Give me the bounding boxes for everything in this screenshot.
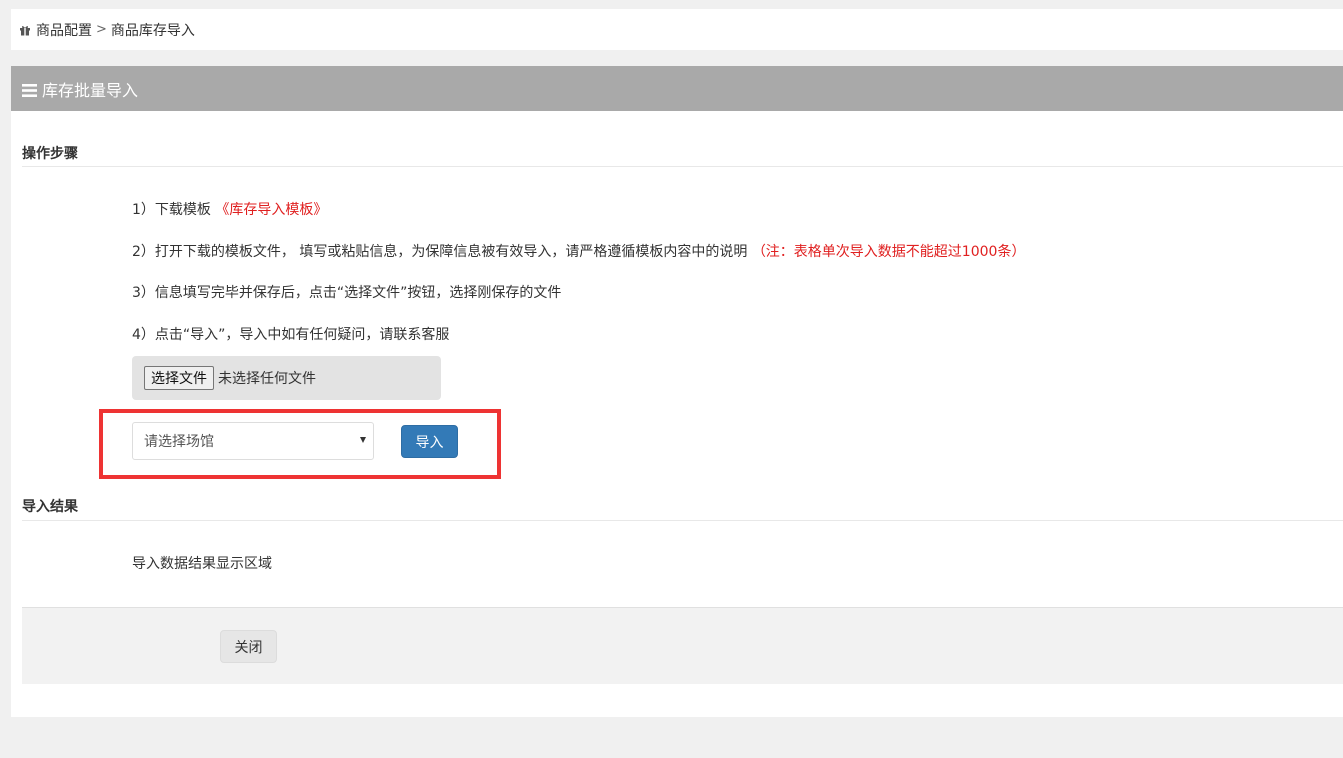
close-button[interactable]: 关闭 bbox=[220, 630, 277, 663]
panel-title: 库存批量导入 bbox=[42, 80, 139, 100]
import-result-area: 导入数据结果显示区域 bbox=[132, 556, 272, 572]
result-section-title: 导入结果 bbox=[22, 499, 78, 515]
breadcrumb-item-stock-import[interactable]: 商品库存导入 bbox=[111, 20, 195, 40]
step-2: 2）打开下载的模板文件， 填写或粘贴信息，为保障信息被有效导入，请严格遵循模板内… bbox=[132, 241, 1025, 261]
breadcrumb: 商品配置 > 商品库存导入 bbox=[11, 9, 1343, 50]
file-input-area: 选择文件 未选择任何文件 bbox=[132, 356, 441, 400]
step-4: 4）点击“导入”，导入中如有任何疑问，请联系客服 bbox=[132, 327, 450, 343]
caret-down-icon bbox=[360, 437, 366, 443]
steps-section-title: 操作步骤 bbox=[22, 146, 78, 162]
file-status: 未选择任何文件 bbox=[218, 371, 316, 387]
template-download-link[interactable]: 《库存导入模板》 bbox=[215, 202, 327, 218]
breadcrumb-separator: > bbox=[96, 22, 107, 37]
gift-icon bbox=[19, 24, 31, 36]
venue-select-value: 请选择场馆 bbox=[144, 434, 214, 450]
result-divider bbox=[22, 520, 1343, 521]
footer-bar: 关闭 bbox=[22, 607, 1343, 684]
import-button[interactable]: 导入 bbox=[401, 425, 458, 458]
steps-divider bbox=[22, 166, 1343, 167]
step-2-text: 2）打开下载的模板文件， 填写或粘贴信息，为保障信息被有效导入，请严格遵循模板内… bbox=[132, 244, 748, 260]
stock-import-panel: 库存批量导入 操作步骤 1）下载模板 《库存导入模板》 2）打开下载的模板文件，… bbox=[11, 66, 1343, 717]
breadcrumb-item-product-config[interactable]: 商品配置 bbox=[36, 20, 92, 40]
step-1: 1）下载模板 《库存导入模板》 bbox=[132, 199, 327, 219]
choose-file-button[interactable]: 选择文件 bbox=[144, 366, 214, 390]
panel-header: 库存批量导入 bbox=[11, 66, 1343, 111]
step-3: 3）信息填写完毕并保存后，点击“选择文件”按钮，选择刚保存的文件 bbox=[132, 285, 562, 301]
step-2-note: （注：表格单次导入数据不能超过1000条） bbox=[751, 244, 1026, 260]
menu-bars-icon bbox=[22, 82, 37, 97]
step-1-text: 1）下载模板 bbox=[132, 202, 211, 218]
venue-select[interactable]: 请选择场馆 bbox=[132, 422, 374, 460]
